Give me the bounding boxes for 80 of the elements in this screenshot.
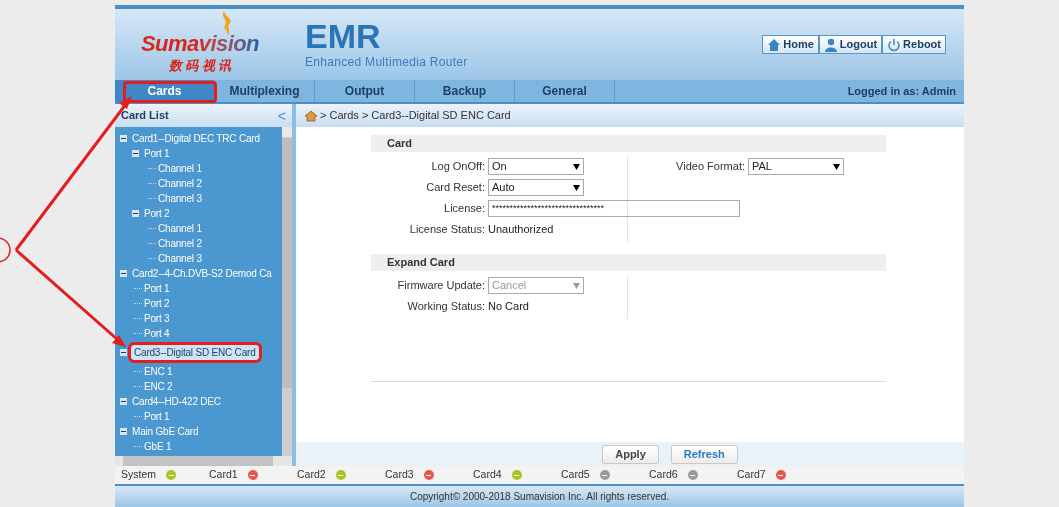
tree-item[interactable]: Channel 1 <box>157 221 203 236</box>
caret-icon <box>573 282 580 289</box>
home-icon[interactable] <box>304 109 318 122</box>
tree-item[interactable]: Channel 3 <box>157 191 203 206</box>
nav-tab[interactable]: Multiplexing <box>215 80 315 102</box>
nav-tab[interactable]: Cards <box>115 80 215 102</box>
vertical-scrollbar[interactable] <box>282 127 292 456</box>
refresh-button[interactable]: Refresh <box>670 444 738 464</box>
section-title: Card <box>387 136 413 152</box>
tree-item[interactable]: Port 1 <box>143 146 171 161</box>
tree-item[interactable]: Port 2 <box>143 296 171 311</box>
nav-tab[interactable]: Output <box>315 80 415 102</box>
login-status: Logged in as: Admin <box>847 83 956 99</box>
copyright-text: Copyright© 2000-2018 Sumavision Inc. All rights reserved. <box>409 490 670 504</box>
select-dropdown[interactable]: On <box>488 158 584 175</box>
tree-item[interactable]: Channel 2 <box>157 176 203 191</box>
tree-item[interactable]: Port 1 <box>143 281 171 296</box>
field-label: License: <box>443 201 486 217</box>
apply-button[interactable]: Apply <box>602 444 659 464</box>
status-label: System <box>121 467 156 483</box>
header-button[interactable]: Reboot <box>882 35 946 54</box>
collapse-button[interactable]: < <box>277 108 286 123</box>
tree-item[interactable]: Main GbE Card <box>131 424 200 439</box>
caret-icon <box>573 163 580 170</box>
tree-item[interactable]: Port 4 <box>143 326 171 341</box>
nav-tab[interactable]: General <box>515 80 615 102</box>
tree-item[interactable]: Port 3 <box>143 311 171 326</box>
license-field[interactable]: ******************************** <box>488 200 740 217</box>
status-label: Card1 <box>209 467 238 483</box>
caret-icon <box>573 184 580 191</box>
status-label: Card6 <box>649 467 678 483</box>
status-value: Unauthorized <box>488 222 554 238</box>
select-dropdown[interactable]: Auto <box>488 179 584 196</box>
power-icon <box>887 37 902 52</box>
tree-item[interactable]: Card4--HD-422 DEC <box>131 394 222 409</box>
collapse-toggle-icon[interactable] <box>120 428 127 435</box>
horizontal-scrollbar[interactable] <box>115 456 292 466</box>
field-label: Log OnOff: <box>430 159 486 175</box>
collapse-toggle-icon[interactable] <box>132 150 139 157</box>
collapse-toggle-icon[interactable] <box>120 398 127 405</box>
tree-item[interactable]: Card1--Digital DEC TRC Card <box>131 131 261 146</box>
select-dropdown[interactable]: PAL <box>748 158 844 175</box>
collapse-toggle-icon[interactable] <box>120 270 127 277</box>
person-icon <box>823 37 838 52</box>
field-label: Firmware Update: <box>396 278 486 294</box>
tree-item[interactable]: Channel 2 <box>157 236 203 251</box>
collapse-toggle-icon[interactable] <box>132 210 139 217</box>
house-icon <box>767 37 782 52</box>
product-subtitle: Enhanced Multimedia Router <box>305 53 468 71</box>
field-label: Working Status: <box>406 299 486 315</box>
field-label: License Status: <box>408 222 486 238</box>
status-value: No Card <box>488 299 529 315</box>
product-title: EMR <box>305 18 382 53</box>
status-label: Card4 <box>473 467 502 483</box>
caret-icon <box>833 163 840 170</box>
tree-item[interactable]: Port 1 <box>143 409 171 424</box>
status-label: Card7 <box>737 467 766 483</box>
tree-item[interactable]: GbE 1 <box>143 439 173 454</box>
field-label: Video Format: <box>675 159 746 175</box>
tree-item[interactable]: ENC 1 <box>143 364 174 379</box>
breadcrumb-text: > Cards > Card3--Digital SD ENC Card <box>320 108 511 124</box>
header-button[interactable]: Home <box>762 35 819 54</box>
nav-tab[interactable]: Backup <box>415 80 515 102</box>
status-label: Card2 <box>297 467 326 483</box>
tree-item[interactable]: Card3--Digital SD ENC Card <box>131 345 259 360</box>
tree-item[interactable]: ENC 2 <box>143 379 174 394</box>
tree-item[interactable]: Port 2 <box>143 206 171 221</box>
field-label: Card Reset: <box>425 180 486 196</box>
section-title: Expand Card <box>387 255 455 271</box>
tree-item[interactable]: Card2--4-Ch.DVB-S2 Demod Ca <box>131 266 273 281</box>
select-dropdown: Cancel <box>488 277 584 294</box>
header-button[interactable]: Logout <box>818 35 883 54</box>
tree-item[interactable]: Channel 3 <box>157 251 203 266</box>
tree-item[interactable]: Channel 1 <box>157 161 203 176</box>
collapse-toggle-icon[interactable] <box>120 349 127 356</box>
logo-chinese-text: 数 码 视 讯 <box>168 59 232 72</box>
sidebar-title: Card List <box>121 108 169 124</box>
status-label: Card5 <box>561 467 590 483</box>
collapse-toggle-icon[interactable] <box>120 135 127 142</box>
status-label: Card3 <box>385 467 414 483</box>
